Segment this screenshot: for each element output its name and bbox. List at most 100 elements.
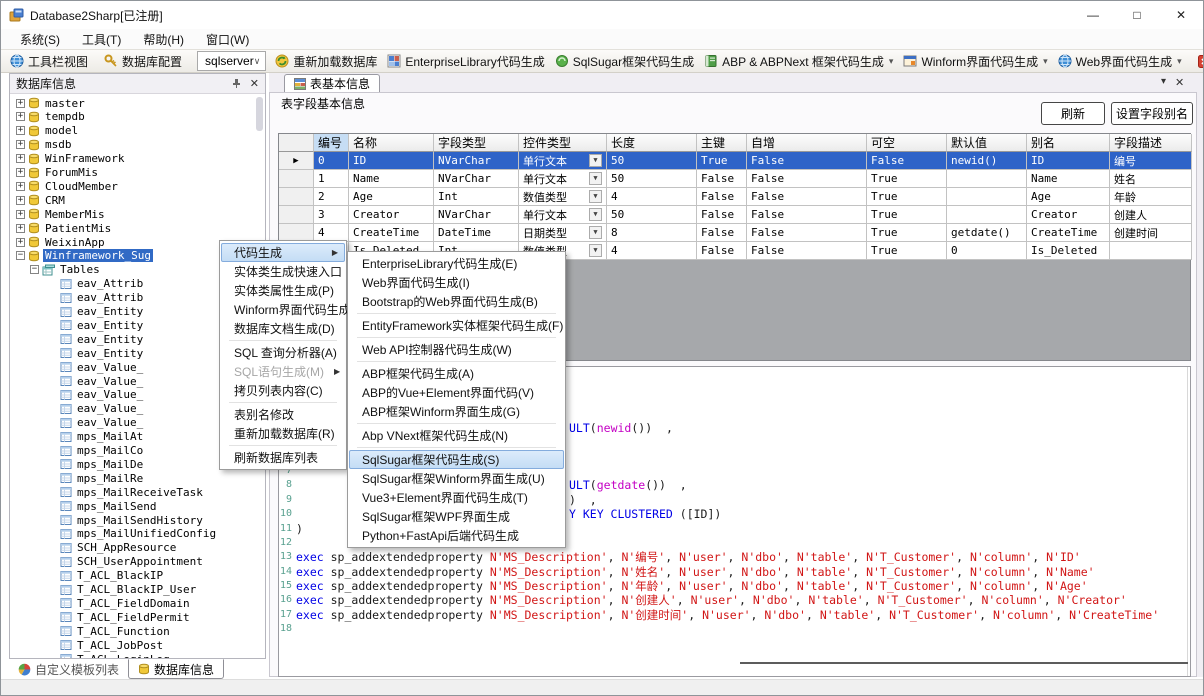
code-gen-submenu-item-6[interactable]: Web API控制器代码生成(W) [349,340,564,359]
tree-row[interactable]: +master [16,96,87,110]
expand-toggle-icon[interactable]: + [16,182,25,191]
grid-cell[interactable]: False [697,170,747,188]
tree-row[interactable]: T_ACL_Function [60,624,172,638]
grid-cell[interactable]: True [867,242,947,260]
expand-toggle-icon[interactable]: − [16,251,25,260]
grid-cell[interactable]: False [867,152,947,170]
tree-row[interactable]: +PatientMis [16,221,113,235]
tree-item-table[interactable]: eav_Entity [75,319,145,332]
tree-row[interactable]: eav_Value_ [60,374,145,388]
grid-cell[interactable]: 单行文本▼ [519,152,607,170]
set-field-alias-button[interactable]: 设置字段别名 [1111,102,1193,125]
expand-toggle-icon[interactable]: + [16,168,25,177]
context-menu-item-3[interactable]: Winform界面代码生成(W) [221,300,345,319]
tree-item-table[interactable]: T_ACL_Function [75,625,172,638]
grid-cell[interactable]: 0 [314,152,349,170]
tree-item-database[interactable]: model [43,124,80,137]
grid-row-header[interactable] [279,206,314,224]
chevron-down-icon[interactable]: ▾ [1161,76,1166,89]
code-gen-submenu-item-10[interactable]: ABP框架Winform界面生成(G) [349,402,564,421]
tree-row[interactable]: −Winframework_Sug [16,249,153,263]
tree-row[interactable]: SCH_UserAppointment [60,555,205,569]
grid-cell[interactable]: False [697,224,747,242]
grid-cell[interactable]: 50 [607,152,697,170]
tree-row[interactable]: +WeixinApp [16,235,107,249]
context-menu-item-11[interactable]: 重新加载数据库(R) [221,424,345,443]
tree-item-table[interactable]: mps_MailSendHistory [75,514,205,527]
grid-cell[interactable]: 2 [314,188,349,206]
grid-cell[interactable]: False [747,170,867,188]
grid-cell[interactable] [947,206,1027,224]
expand-toggle-icon[interactable]: − [30,265,39,274]
grid-cell[interactable]: ID [1027,152,1110,170]
window-minimize-button[interactable]: — [1071,1,1115,29]
grid-cell[interactable]: True [697,152,747,170]
tree-item-table[interactable]: T_ACL_JobPost [75,639,165,652]
expand-toggle-icon[interactable]: + [16,196,25,205]
tree-item-tables-node[interactable]: Tables [58,263,102,276]
context-menu-item-4[interactable]: 数据库文档生成(D) [221,319,345,338]
grid-cell[interactable]: False [747,224,867,242]
tree-row[interactable]: mps_MailUnifiedConfig [60,527,218,541]
grid-cell[interactable]: True [867,224,947,242]
window-close-button[interactable]: ✕ [1159,1,1203,29]
grid-cell[interactable]: 8 [607,224,697,242]
toolbar-button-SqlSugar框架代码生成[interactable]: SqlSugar框架代码生成 [550,51,699,72]
tree-item-table[interactable]: mps_MailRe [75,472,145,485]
context-menu-item-2[interactable]: 实体类属性生成(P) [221,281,345,300]
context-menu-item-0[interactable]: 代码生成▶ [221,243,345,262]
grid-cell[interactable]: CreateTime [1027,224,1110,242]
tree-item-table[interactable]: eav_Value_ [75,416,145,429]
tree-item-table[interactable]: eav_Entity [75,347,145,360]
tree-item-table[interactable]: mps_MailReceiveTask [75,486,205,499]
tree-row[interactable]: T_ACL_LoginLog [60,652,172,658]
grid-cell[interactable]: False [747,188,867,206]
grid-column-header[interactable]: 字段类型 [434,134,519,152]
grid-cell[interactable]: 日期类型▼ [519,224,607,242]
toolbar-button-数据库配置[interactable]: 数据库配置 [99,51,187,72]
database-type-combobox[interactable]: sqlserver∨ [197,51,266,71]
grid-cell[interactable]: NVarChar [434,152,519,170]
expand-toggle-icon[interactable]: + [16,224,25,233]
grid-cell[interactable]: True [867,188,947,206]
tree-item-database[interactable]: CRM [43,194,67,207]
grid-cell[interactable]: 4 [607,188,697,206]
grid-cell[interactable]: Creator [1027,206,1110,224]
code-gen-submenu-item-17[interactable]: SqlSugar框架WPF界面生成 [349,507,564,526]
tree-row[interactable]: eav_Attrib [60,277,145,291]
tree-item-database[interactable]: CloudMember [43,180,120,193]
tree-row[interactable]: SCH_AppResource [60,541,178,555]
tree-item-table[interactable]: mps_MailSend [75,500,158,513]
expand-toggle-icon[interactable]: + [16,238,25,247]
toolbar-button-退出[interactable]: 退出 [1193,51,1204,72]
combo-dropdown-icon[interactable]: ▼ [589,226,602,239]
tree-item-table[interactable]: T_ACL_FieldDomain [75,597,192,610]
tree-row[interactable]: T_ACL_BlackIP_User [60,583,198,597]
code-gen-submenu-item-16[interactable]: Vue3+Element界面代码生成(T) [349,488,564,507]
grid-cell[interactable]: False [747,152,867,170]
tree-row[interactable]: mps_MailSend [60,499,158,513]
expand-toggle-icon[interactable]: + [16,126,25,135]
tree-row[interactable]: mps_MailDe [60,457,145,471]
menubar-item-2[interactable]: 帮助(H) [132,29,195,50]
grid-cell[interactable]: 创建人 [1110,206,1192,224]
grid-cell[interactable]: Name [1027,170,1110,188]
tab-table-basic-info[interactable]: 表基本信息 [284,74,380,92]
tree-item-table[interactable]: T_ACL_LoginLog [75,653,172,659]
bottom-tab-自定义模板列表[interactable]: 自定义模板列表 [9,659,128,679]
tree-row[interactable]: eav_Entity [60,346,145,360]
tree-row[interactable]: eav_Value_ [60,388,145,402]
grid-column-header[interactable]: 编号 [314,134,349,152]
tree-row[interactable]: eav_Value_ [60,416,145,430]
tree-item-database[interactable]: ForumMis [43,166,100,179]
code-gen-submenu-item-9[interactable]: ABP的Vue+Element界面代码(V) [349,383,564,402]
combo-dropdown-icon[interactable]: ▼ [589,172,602,185]
tree-item-database[interactable]: master [43,97,87,110]
grid-cell[interactable]: False [697,206,747,224]
tree-row[interactable]: T_ACL_FieldPermit [60,610,192,624]
grid-cell[interactable]: Creator [349,206,434,224]
menubar-item-3[interactable]: 窗口(W) [195,29,260,50]
code-gen-submenu-item-2[interactable]: Bootstrap的Web界面代码生成(B) [349,292,564,311]
tree-item-table[interactable]: SCH_UserAppointment [75,555,205,568]
tree-item-table[interactable]: mps_MailAt [75,430,145,443]
